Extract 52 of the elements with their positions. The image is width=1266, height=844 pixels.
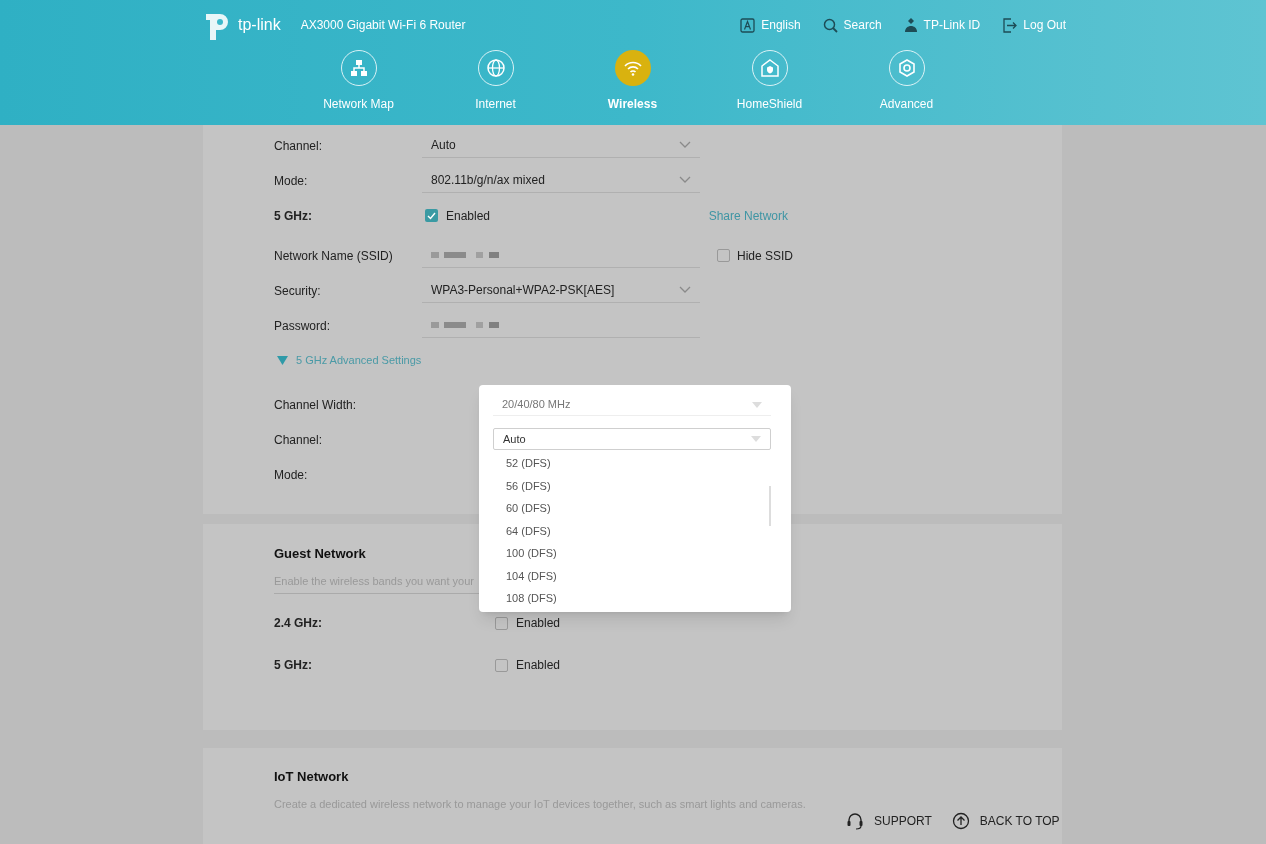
chevron-icon: [679, 176, 691, 184]
field-label: Channel:: [273, 431, 324, 449]
wifi-icon: [614, 50, 651, 86]
caret-icon: [752, 401, 762, 408]
field-label: Security:: [273, 282, 322, 300]
checkbox[interactable]: [717, 249, 730, 262]
field-label: 5 GHz:: [274, 657, 313, 674]
dropdown-option[interactable]: 100 (DFS): [493, 542, 771, 565]
dropdown-option[interactable]: 56 (DFS): [493, 474, 771, 497]
dropdown-option[interactable]: 104 (DFS): [493, 564, 771, 587]
select-field[interactable]: 802.11b/g/n/ax mixed: [422, 168, 700, 193]
checkbox-label: Enabled: [516, 657, 561, 674]
select-field[interactable]: WPA3-Personal+WPA2-PSK[AES]: [422, 278, 700, 303]
triangle-icon: [277, 356, 288, 365]
footer-link[interactable]: SUPPORT: [846, 812, 932, 830]
dropdown-option[interactable]: 60 (DFS): [493, 497, 771, 520]
field-label: Channel:: [273, 137, 324, 155]
field-label: Mode:: [273, 466, 309, 484]
section-title: IoT Network: [274, 768, 349, 786]
section-title: Guest Network: [274, 545, 366, 563]
headset-icon: [846, 812, 864, 830]
dropdown-option[interactable]: 108 (DFS): [493, 587, 771, 610]
select-field[interactable]: 20/40/80 MHz: [493, 394, 771, 416]
caret-icon: [751, 436, 761, 442]
logo-text: tp-link: [238, 15, 281, 35]
checkbox-label: Enabled: [516, 615, 561, 632]
dropdown-option[interactable]: 52 (DFS): [493, 452, 771, 475]
checkbox[interactable]: [495, 658, 508, 672]
checkbox-label: Hide SSID: [737, 247, 794, 265]
chevron-icon: [679, 286, 691, 294]
logout-icon: [1002, 17, 1018, 33]
select-field[interactable]: Auto: [422, 133, 700, 158]
chevron-icon: [679, 141, 691, 149]
user-icon: [903, 17, 918, 33]
dropdown-option[interactable]: 64 (DFS): [493, 519, 771, 542]
field-label: Mode:: [273, 172, 309, 190]
blurred-text: [431, 321, 501, 329]
scrollbar[interactable]: [769, 486, 771, 526]
checkbox-label: Enabled: [446, 207, 491, 225]
field-label: Network Name (SSID): [273, 247, 394, 265]
checkbox[interactable]: [495, 616, 508, 630]
search-icon: [822, 17, 838, 33]
language-icon: [740, 17, 756, 33]
field-label: 2.4 GHz:: [274, 615, 323, 632]
field-label: 5 GHz:: [273, 207, 313, 225]
select-field[interactable]: Auto: [493, 428, 771, 450]
blurred-text: [431, 251, 501, 259]
field-label: Password:: [273, 317, 332, 335]
router-model: AX3000 Gigabit Wi-Fi 6 Router: [300, 17, 467, 34]
checkbox[interactable]: [425, 209, 438, 222]
field-label: Channel Width:: [273, 396, 358, 414]
footer-link[interactable]: BACK TO TOP: [951, 812, 1060, 830]
